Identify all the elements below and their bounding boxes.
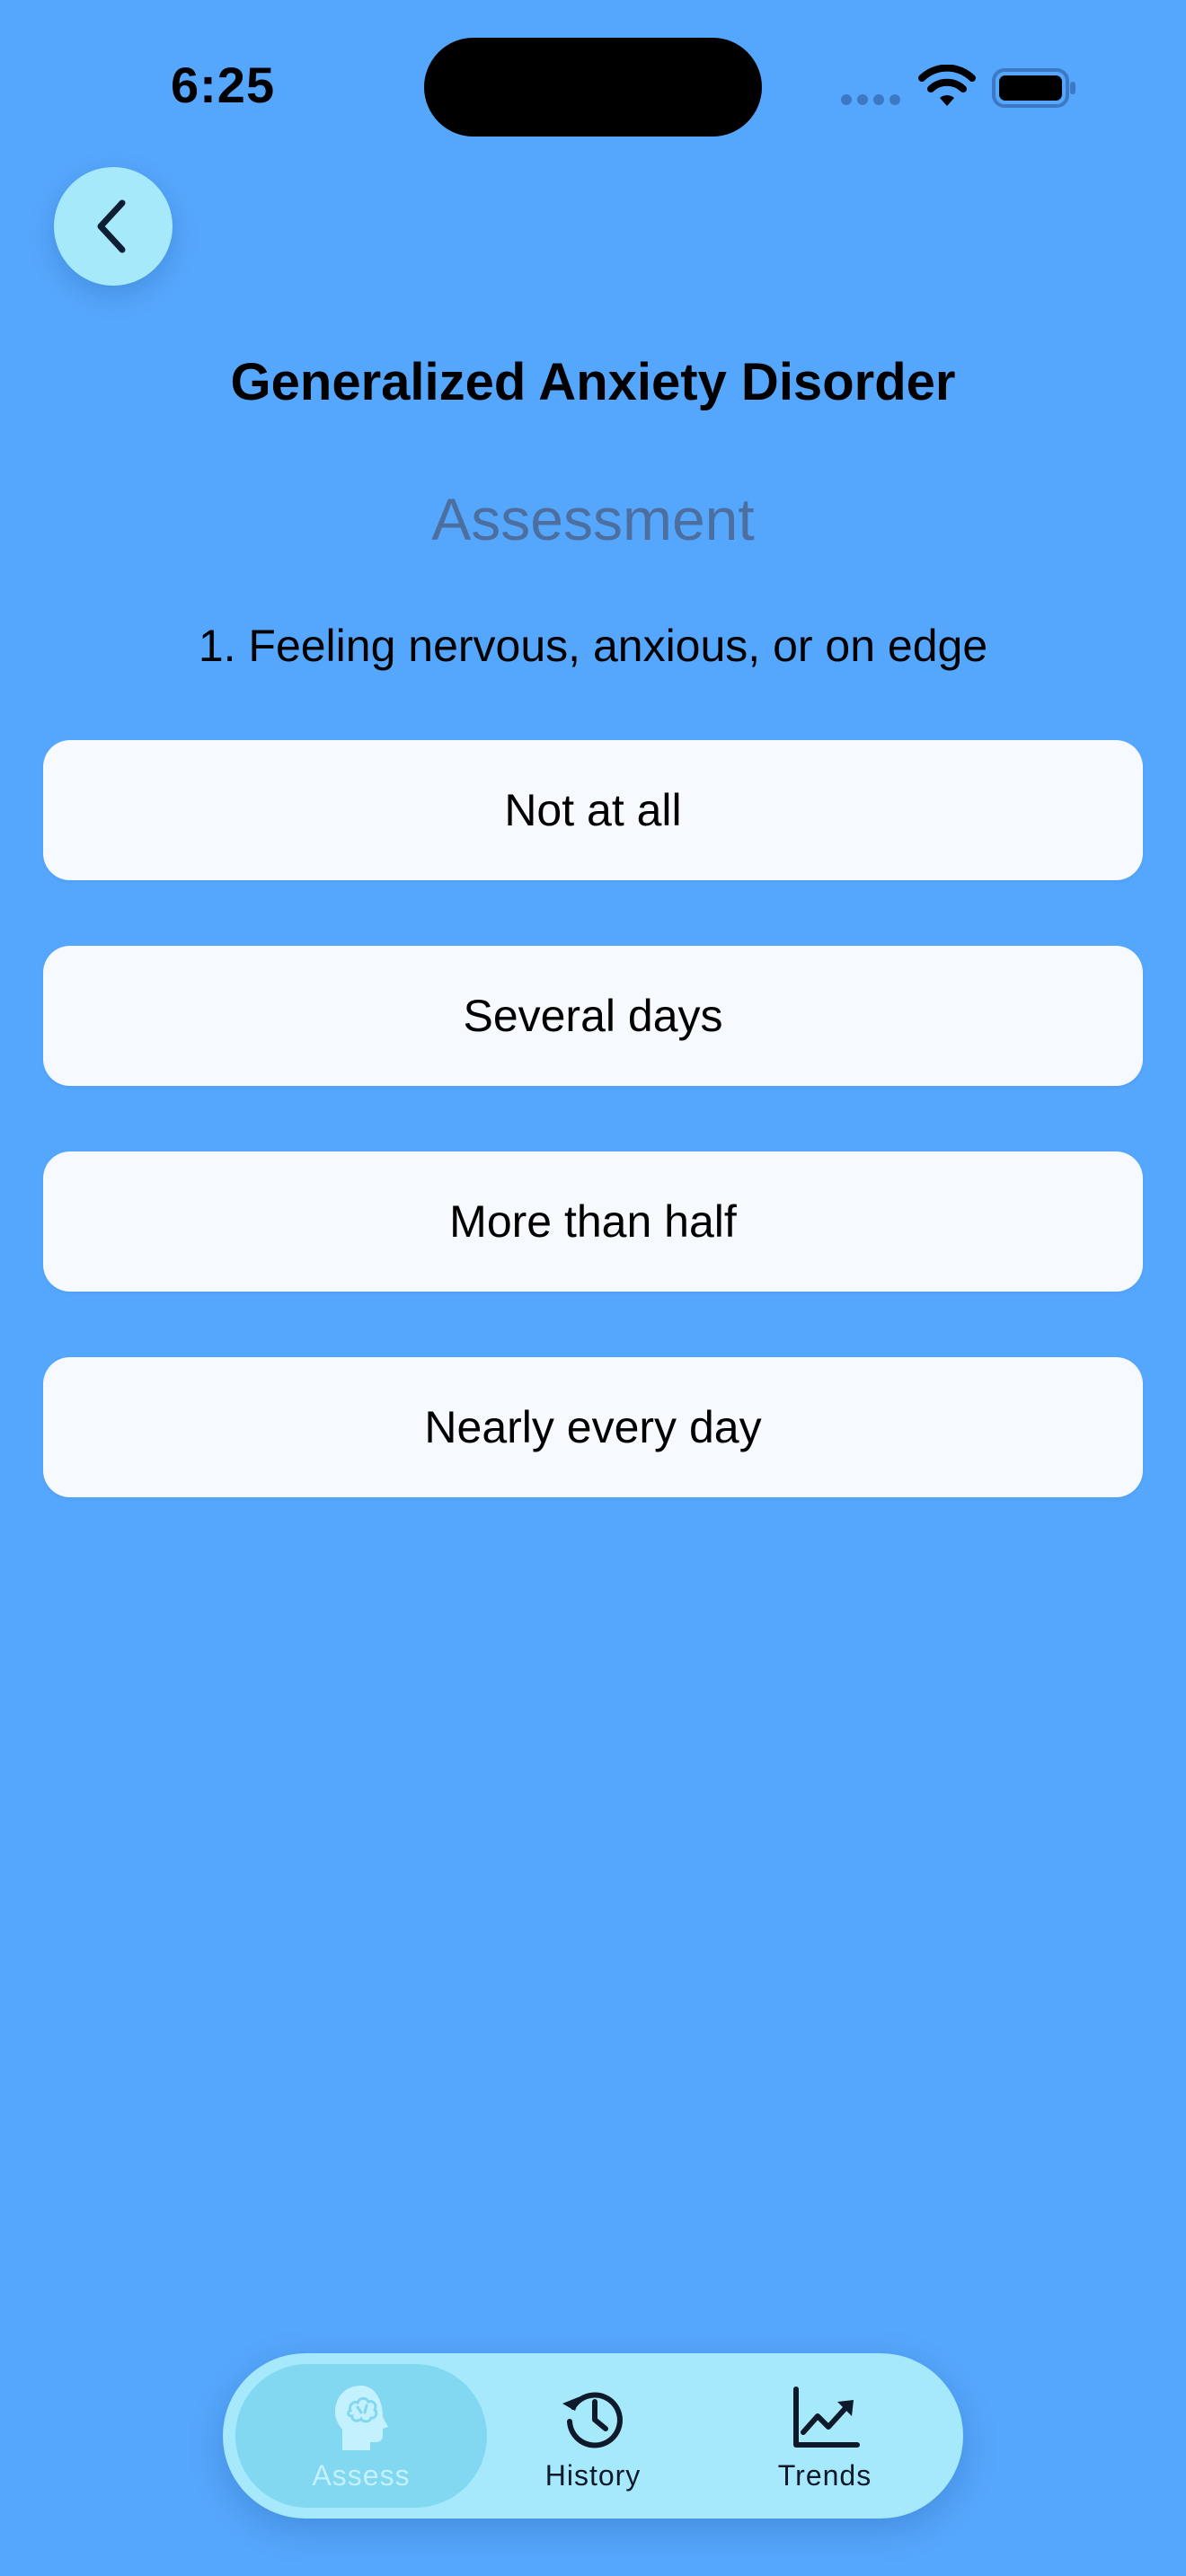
brain-head-icon <box>335 2385 388 2450</box>
question-text: 1. Feeling nervous, anxious, or on edge <box>198 621 988 671</box>
back-button[interactable] <box>54 167 173 286</box>
battery-icon <box>992 68 1075 108</box>
cellular-signal-icon <box>841 94 900 105</box>
page-title: Generalized Anxiety Disorder <box>230 353 956 411</box>
tab-history[interactable]: History <box>467 2364 719 2508</box>
tab-bar: Assess History Trends <box>223 2353 963 2519</box>
option-not-at-all[interactable]: Not at all <box>43 740 1143 880</box>
chevron-left-icon <box>97 199 126 253</box>
status-time: 6:25 <box>171 57 276 113</box>
option-label: Not at all <box>504 785 682 835</box>
tab-history-label: History <box>544 2458 642 2492</box>
dynamic-island <box>424 38 762 137</box>
tab-assess-label: Assess <box>312 2458 411 2492</box>
tab-assess[interactable]: Assess <box>235 2364 487 2508</box>
option-several-days[interactable]: Several days <box>43 946 1143 1086</box>
option-nearly-every-day[interactable]: Nearly every day <box>43 1357 1143 1497</box>
tab-trends-label: Trends <box>777 2458 872 2492</box>
trend-chart-icon <box>793 2386 860 2448</box>
wifi-icon <box>918 65 976 106</box>
option-label: Nearly every day <box>424 1402 762 1452</box>
page-subtitle: Assessment <box>431 486 755 552</box>
option-label: Several days <box>463 991 723 1041</box>
tab-trends[interactable]: Trends <box>699 2364 951 2508</box>
option-label: More than half <box>449 1196 737 1247</box>
option-more-than-half[interactable]: More than half <box>43 1151 1143 1292</box>
history-clock-icon <box>562 2392 623 2448</box>
